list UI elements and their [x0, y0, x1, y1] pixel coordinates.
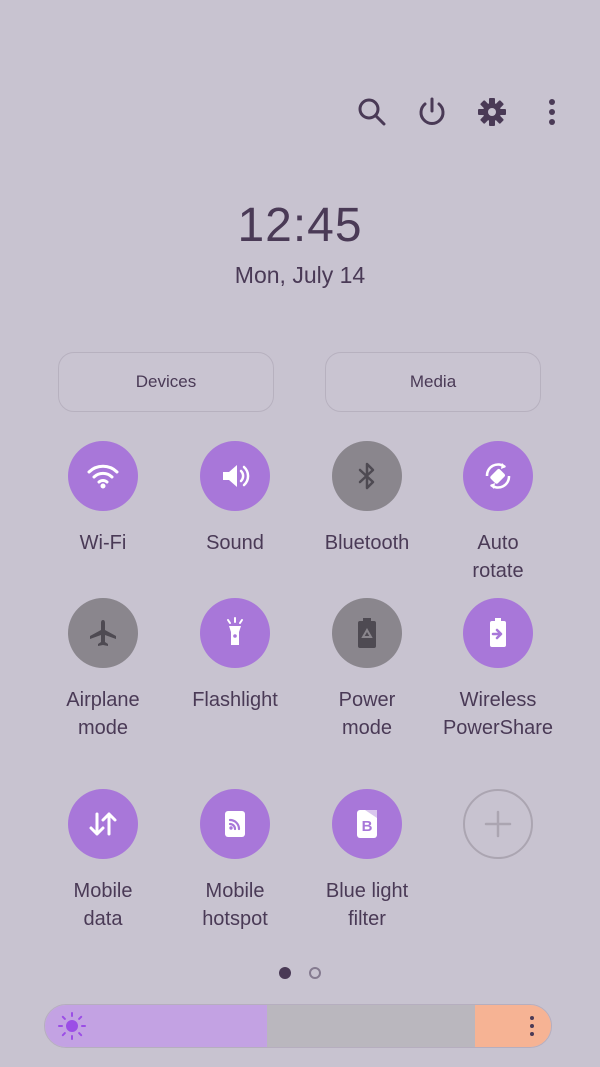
tile-auto-rotate: Auto rotate	[432, 441, 564, 585]
svg-text:B: B	[362, 818, 373, 835]
tile-wireless-powershare: Wireless PowerShare	[432, 598, 564, 742]
tile-sound: Sound	[169, 441, 301, 557]
tile-label: Wireless PowerShare	[442, 689, 554, 739]
blue-light-icon: B	[357, 810, 377, 838]
hotspot-icon	[225, 811, 245, 837]
tile-label: Power mode	[338, 689, 396, 739]
mobile-data-toggle[interactable]	[68, 789, 138, 859]
airplane-toggle[interactable]	[68, 598, 138, 668]
page-dot-1[interactable]	[279, 967, 291, 979]
add-tile-button[interactable]	[463, 789, 533, 859]
tile-bluetooth: Bluetooth	[301, 441, 433, 557]
sound-toggle[interactable]	[200, 441, 270, 511]
tile-label: Flashlight	[192, 689, 278, 711]
power-mode-toggle[interactable]	[332, 598, 402, 668]
tile-power-mode: Power mode	[301, 598, 433, 742]
volume-icon	[223, 465, 250, 487]
page-indicator	[0, 967, 600, 979]
power-icon[interactable]	[412, 92, 452, 132]
flashlight-icon	[227, 617, 243, 645]
auto-rotate-icon	[485, 463, 511, 489]
tile-label: Bluetooth	[324, 532, 410, 554]
media-button[interactable]: Media	[325, 352, 541, 412]
mobile-data-icon	[89, 812, 117, 836]
settings-icon[interactable]	[472, 92, 512, 132]
tile-airplane: Airplane mode	[37, 598, 169, 742]
brightness-track	[267, 1005, 475, 1047]
airplane-icon	[90, 620, 116, 646]
tile-label: Mobile hotspot	[202, 880, 268, 930]
tile-label: Auto rotate	[472, 532, 524, 582]
tile-mobile-hotspot: Mobile hotspot	[169, 789, 301, 933]
more-vert-icon[interactable]	[532, 92, 572, 132]
top-icon-bar	[352, 92, 572, 132]
tile-add	[432, 789, 564, 859]
tile-flashlight: Flashlight	[169, 598, 301, 714]
sun-icon	[58, 1012, 86, 1040]
tile-label: Sound	[206, 532, 264, 554]
tile-mobile-data: Mobile data	[37, 789, 169, 933]
tile-wifi: Wi-Fi	[37, 441, 169, 557]
brightness-fill	[45, 1005, 267, 1047]
mobile-hotspot-toggle[interactable]	[200, 789, 270, 859]
battery-recycle-icon	[358, 618, 376, 648]
clock-time: 12:45	[237, 199, 363, 252]
page-dot-2[interactable]	[309, 967, 321, 979]
tile-label: Wi-Fi	[79, 532, 127, 554]
wifi-icon	[87, 464, 119, 489]
flashlight-toggle[interactable]	[200, 598, 270, 668]
wifi-toggle[interactable]	[68, 441, 138, 511]
brightness-options[interactable]	[475, 1005, 551, 1047]
clock-date: Mon, July 14	[234, 262, 366, 288]
bluetooth-toggle[interactable]	[332, 441, 402, 511]
powershare-icon	[490, 618, 506, 647]
more-vert-icon	[530, 1016, 534, 1036]
wireless-powershare-toggle[interactable]	[463, 598, 533, 668]
devices-button[interactable]: Devices	[58, 352, 274, 412]
search-icon[interactable]	[352, 92, 392, 132]
tile-label: Mobile data	[73, 880, 133, 930]
tile-blue-light-filter: B Blue light filter	[301, 789, 433, 933]
tile-label: Airplane mode	[66, 689, 140, 739]
auto-rotate-toggle[interactable]	[463, 441, 533, 511]
brightness-slider[interactable]	[44, 1004, 552, 1048]
blue-light-filter-toggle[interactable]: B	[332, 789, 402, 859]
bluetooth-icon	[358, 462, 375, 490]
tile-label: Blue light filter	[325, 880, 409, 930]
add-icon	[484, 810, 512, 838]
